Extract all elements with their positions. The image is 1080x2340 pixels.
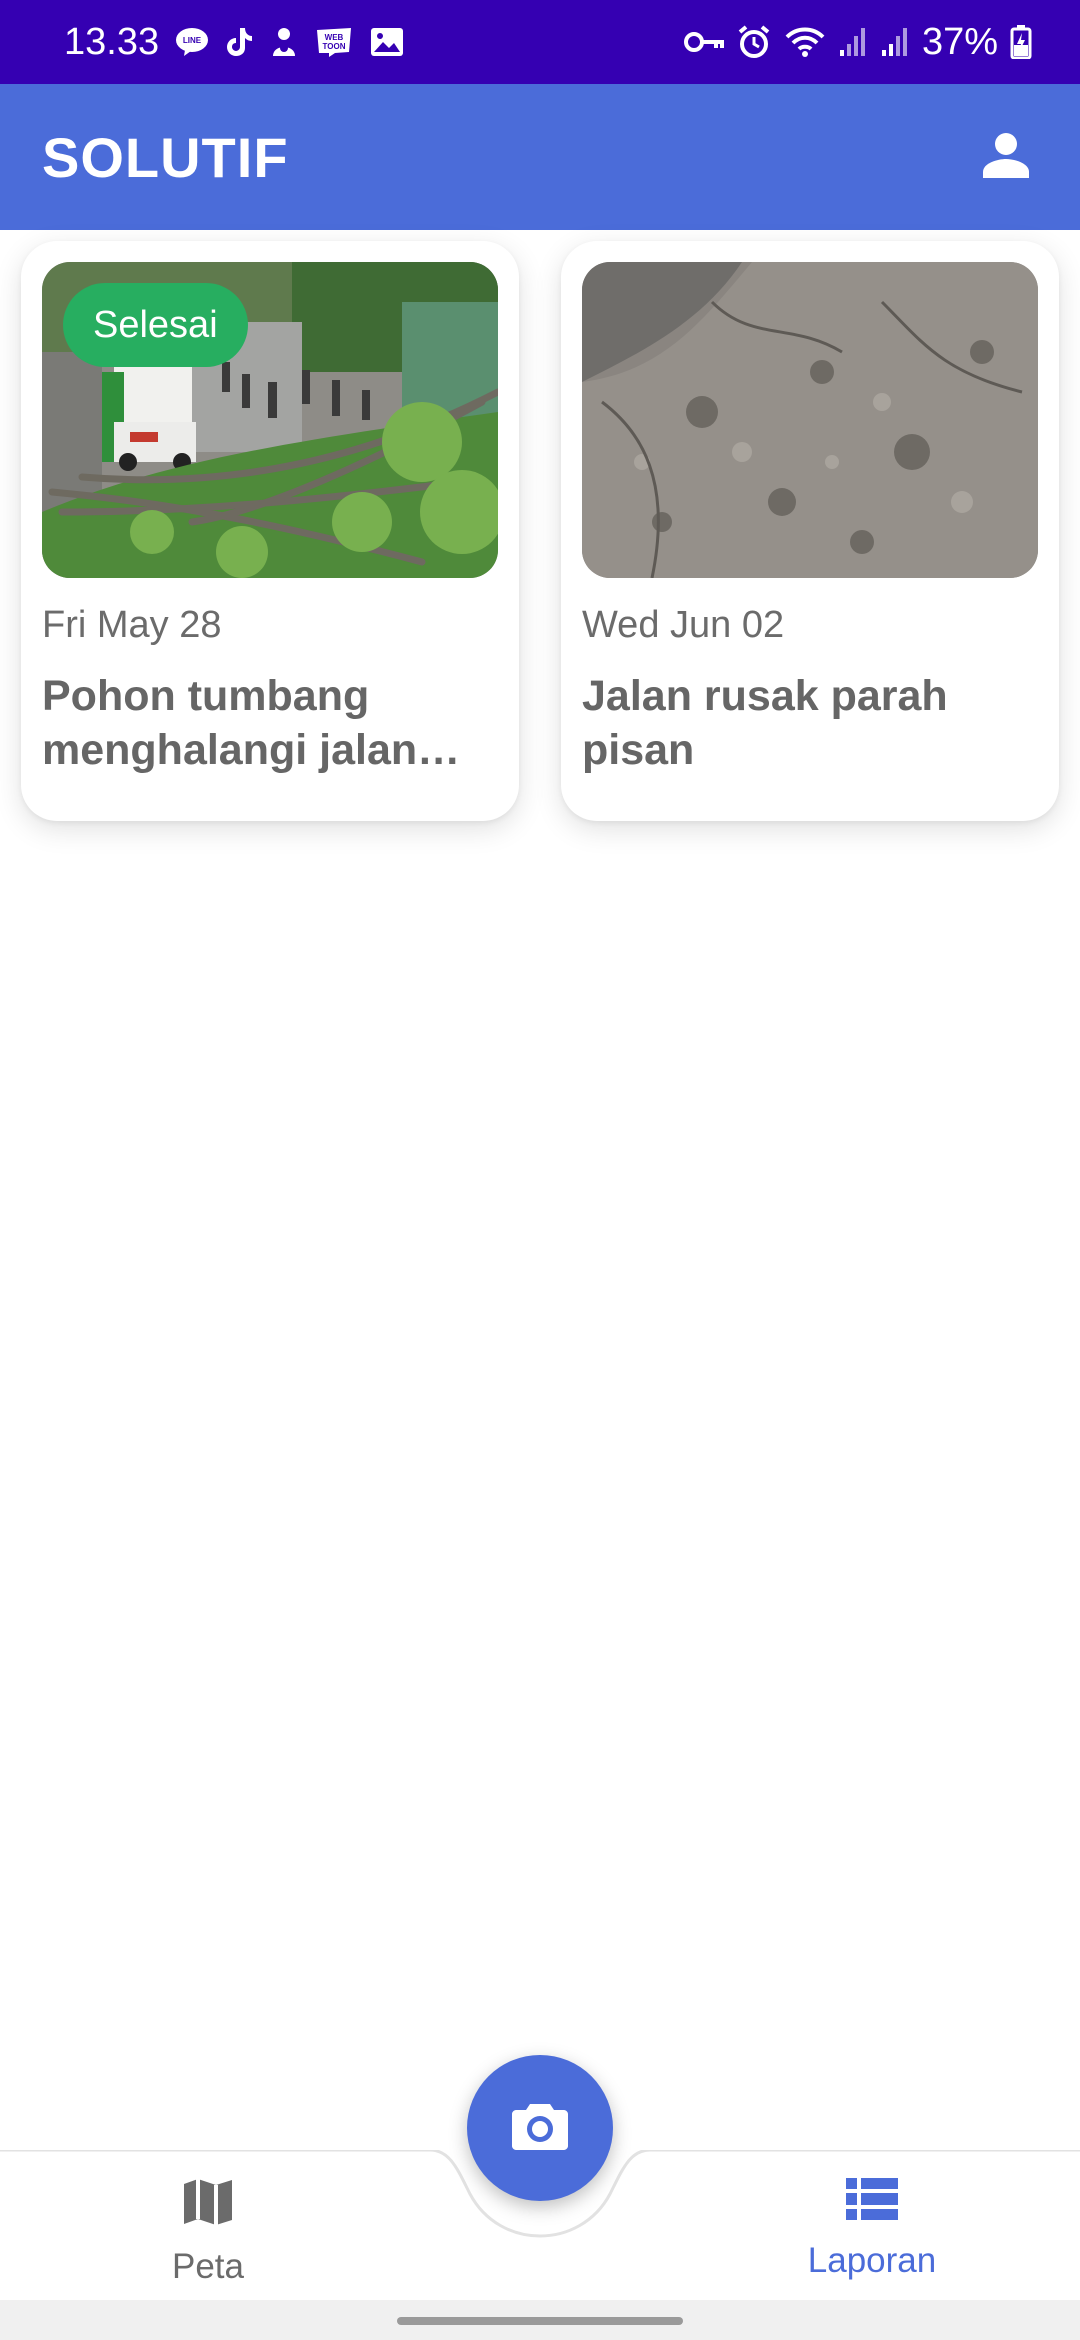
tiktok-icon bbox=[225, 26, 253, 58]
home-indicator[interactable] bbox=[397, 2317, 683, 2325]
person-icon bbox=[983, 132, 1029, 183]
report-image bbox=[582, 262, 1038, 578]
svg-text:TOON: TOON bbox=[323, 42, 346, 51]
status-bar: 13.33 LINE WEB TOON 37% bbox=[0, 0, 1080, 84]
app-title: SOLUTIF bbox=[42, 125, 289, 189]
nav-item-peta[interactable]: Peta bbox=[108, 2178, 308, 2288]
alarm-icon bbox=[736, 24, 772, 60]
camera-icon bbox=[512, 2102, 568, 2155]
report-title: Pohon tumbang menghalangi jalan d… bbox=[42, 672, 418, 774]
report-image: Selesai bbox=[42, 262, 498, 578]
report-card[interactable]: Wed Jun 02 Jalan rusak parah pisan bbox=[561, 241, 1059, 821]
webtoon-icon: WEB TOON bbox=[315, 26, 353, 58]
system-navigation-bar bbox=[0, 2300, 1080, 2340]
status-right: 37% bbox=[683, 20, 1032, 64]
signal-icon bbox=[838, 26, 868, 58]
app-icon bbox=[269, 26, 299, 58]
list-icon bbox=[846, 2178, 898, 2229]
status-left: 13.33 LINE WEB TOON bbox=[64, 21, 405, 64]
report-date: Fri May 28 bbox=[42, 604, 222, 646]
nav-label-peta: Peta bbox=[172, 2247, 244, 2286]
nav-label-laporan: Laporan bbox=[807, 2241, 937, 2280]
line-icon: LINE bbox=[175, 27, 209, 57]
app-screen: 13.33 LINE WEB TOON 37% SOLUTIF Selesai … bbox=[0, 0, 1080, 2340]
gallery-icon bbox=[369, 26, 405, 58]
camera-fab-button[interactable] bbox=[467, 2055, 613, 2201]
map-icon bbox=[182, 2178, 234, 2235]
battery-percentage: 37% bbox=[921, 20, 998, 63]
report-title: Jalan rusak parah pisan bbox=[582, 672, 948, 774]
status-badge: Selesai bbox=[63, 283, 248, 367]
status-time: 13.33 bbox=[64, 20, 160, 63]
signal-icon bbox=[880, 26, 910, 58]
profile-button[interactable] bbox=[974, 125, 1038, 189]
battery-charging-icon bbox=[1010, 25, 1032, 59]
vpn-key-icon bbox=[683, 30, 724, 54]
svg-text:WEB: WEB bbox=[325, 33, 344, 42]
app-bar: SOLUTIF bbox=[0, 84, 1080, 230]
nav-item-laporan[interactable]: Laporan bbox=[772, 2178, 972, 2288]
report-card[interactable]: Selesai Fri May 28 Pohon tumbang menghal… bbox=[21, 241, 519, 821]
report-date: Wed Jun 02 bbox=[582, 604, 785, 646]
wifi-icon bbox=[784, 25, 826, 59]
svg-text:LINE: LINE bbox=[183, 36, 202, 45]
